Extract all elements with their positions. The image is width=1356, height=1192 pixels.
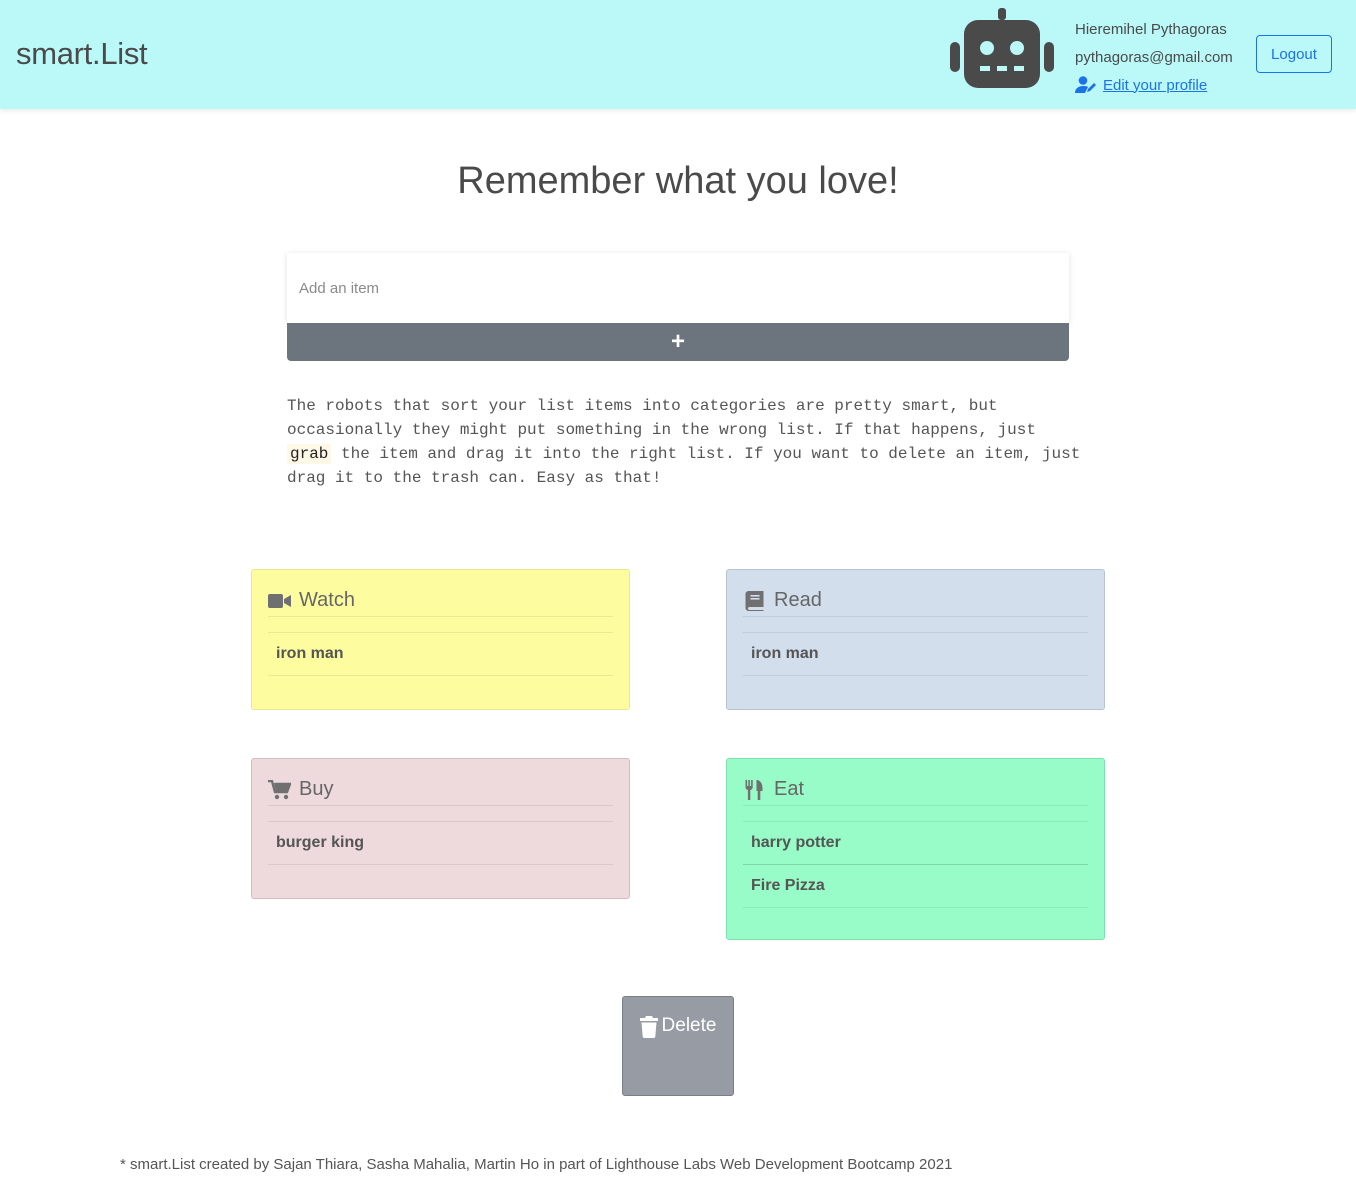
instructions-text: The robots that sort your list items int… xyxy=(287,394,1087,490)
user-edit-icon xyxy=(1075,76,1096,93)
edit-profile-label: Edit your profile xyxy=(1103,76,1208,94)
category-watch-title: Watch xyxy=(299,589,355,611)
trash-drop-zone[interactable]: Delete xyxy=(622,996,734,1096)
list-item[interactable]: burger king xyxy=(268,821,613,865)
list-item[interactable]: harry potter xyxy=(743,821,1088,865)
category-read-header: Read xyxy=(743,587,1088,617)
user-name: Hieremihel Pythagoras xyxy=(1075,21,1227,38)
list-item[interactable]: Fire Pizza xyxy=(743,864,1088,908)
video-camera-icon xyxy=(268,593,291,608)
instructions-after: the item and drag it into the right list… xyxy=(287,445,1081,487)
category-eat-title: Eat xyxy=(774,778,805,800)
utensils-icon xyxy=(745,779,763,800)
robot-icon xyxy=(950,8,1054,88)
category-watch[interactable]: Watch iron man xyxy=(251,569,630,710)
navbar: smart.List Hieremihel Pythagoras pythago… xyxy=(0,0,1356,109)
user-email: pythagoras@gmail.com xyxy=(1075,49,1233,66)
add-item-input[interactable] xyxy=(287,253,1069,323)
logout-button[interactable]: Logout xyxy=(1256,35,1332,73)
category-read-title: Read xyxy=(774,589,822,611)
shopping-cart-icon xyxy=(268,779,291,799)
category-eat-header: Eat xyxy=(743,776,1088,806)
brand-logo[interactable]: smart.List xyxy=(16,36,148,72)
category-buy[interactable]: Buy burger king xyxy=(251,758,630,899)
page-title: Remember what you love! xyxy=(457,160,899,202)
book-icon xyxy=(745,590,764,611)
instructions-before: The robots that sort your list items int… xyxy=(287,397,1036,439)
trash-icon xyxy=(639,1016,658,1038)
category-buy-header: Buy xyxy=(268,776,613,806)
footer-credits: * smart.List created by Sajan Thiara, Sa… xyxy=(120,1156,953,1173)
edit-profile-link[interactable]: Edit your profile xyxy=(1075,76,1207,94)
category-eat[interactable]: Eat harry potter Fire Pizza xyxy=(726,758,1105,940)
category-watch-header: Watch xyxy=(268,587,613,617)
instructions-code: grab xyxy=(287,444,332,464)
category-buy-title: Buy xyxy=(299,778,334,800)
add-item-button[interactable]: + xyxy=(287,323,1069,361)
list-item[interactable]: iron man xyxy=(743,632,1088,676)
trash-label: Delete xyxy=(661,1015,717,1036)
category-read[interactable]: Read iron man xyxy=(726,569,1105,710)
list-item[interactable]: iron man xyxy=(268,632,613,676)
